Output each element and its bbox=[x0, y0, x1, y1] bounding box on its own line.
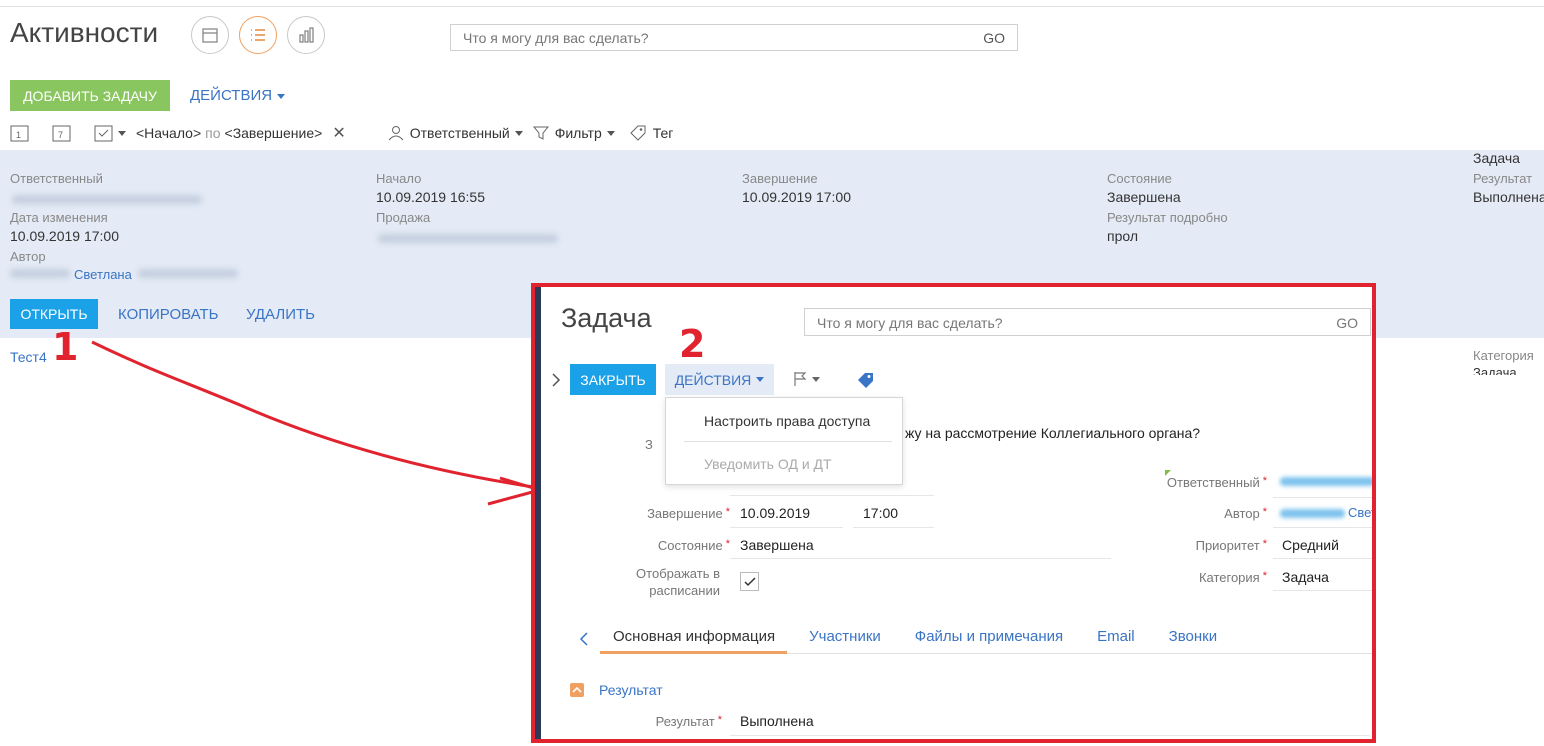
state-label: Состояние * bbox=[657, 538, 730, 553]
chevron-down-icon bbox=[812, 376, 820, 382]
tab-calls[interactable]: Звонки bbox=[1169, 628, 1217, 645]
category-input[interactable]: Задача bbox=[1282, 569, 1329, 585]
close-button[interactable]: ЗАКРЫТЬ bbox=[570, 364, 656, 395]
chevron-down-icon bbox=[756, 377, 765, 382]
schedule-checkbox[interactable] bbox=[740, 572, 759, 591]
actions-menu: Настроить права доступа Уведомить ОД и Д… bbox=[665, 397, 903, 485]
flag-dropdown[interactable] bbox=[792, 371, 820, 387]
end-time-input[interactable]: 17:00 bbox=[863, 505, 898, 521]
tab-main-info[interactable]: Основная информация bbox=[613, 628, 775, 645]
priority-input[interactable]: Средний bbox=[1282, 537, 1339, 553]
field-underline bbox=[730, 527, 843, 528]
field-underline bbox=[1273, 558, 1372, 559]
field-underline bbox=[853, 527, 934, 528]
field-underline bbox=[730, 558, 1111, 559]
field-underline bbox=[730, 495, 934, 496]
redacted-value bbox=[1280, 477, 1372, 486]
modal-search-go[interactable]: GO bbox=[1336, 315, 1358, 331]
tab-files-notes[interactable]: Файлы и примечания bbox=[915, 628, 1063, 645]
active-tab-indicator bbox=[600, 651, 787, 654]
chevron-right-icon[interactable] bbox=[550, 372, 562, 388]
checkmark-icon bbox=[743, 576, 756, 586]
field-underline bbox=[1273, 590, 1372, 591]
schedule-label: Отображать в расписании bbox=[636, 566, 720, 598]
modal-search-placeholder: Что я могу для вас сделать? bbox=[817, 315, 1003, 331]
modal-search-input[interactable]: Что я могу для вас сделать? GO bbox=[804, 308, 1371, 336]
modal-actions-dropdown[interactable]: ДЕЙСТВИЯ bbox=[665, 364, 774, 395]
author-label: Автор * bbox=[1224, 506, 1267, 521]
flag-icon bbox=[794, 372, 807, 386]
modal-title: Задача bbox=[561, 303, 652, 333]
tab-participants[interactable]: Участники bbox=[809, 628, 881, 645]
field-underline bbox=[730, 735, 1370, 736]
tab-bar: Основная информация Участники Файлы и пр… bbox=[613, 628, 1251, 645]
chevron-left-icon[interactable] bbox=[579, 631, 589, 647]
modal-actions-label: ДЕЙСТВИЯ bbox=[674, 371, 752, 388]
end-date-input[interactable]: 10.09.2019 bbox=[740, 505, 810, 521]
author-value[interactable]: Свет bbox=[1348, 505, 1372, 520]
field-underline bbox=[1273, 497, 1372, 498]
annotation-number-1: 1 bbox=[52, 325, 79, 369]
end-label: Завершение * bbox=[647, 506, 730, 521]
annotation-number-2: 2 bbox=[679, 322, 706, 366]
result-input[interactable]: Выполнена bbox=[740, 713, 814, 729]
category-label: Категория * bbox=[1198, 570, 1267, 585]
result-section-title[interactable]: Результат bbox=[599, 682, 663, 698]
menu-item-notify[interactable]: Уведомить ОД и ДТ bbox=[704, 456, 832, 472]
subject-value[interactable]: жу на рассмотрение Коллегиального органа… bbox=[905, 425, 1200, 441]
state-input[interactable]: Завершена bbox=[740, 537, 814, 553]
chevron-up-icon bbox=[572, 686, 582, 693]
tab-email[interactable]: Email bbox=[1097, 628, 1135, 645]
priority-label: Приоритет * bbox=[1195, 538, 1267, 553]
collapse-section-button[interactable] bbox=[570, 683, 584, 697]
field-underline bbox=[1273, 527, 1372, 528]
subject-label: З bbox=[645, 437, 653, 452]
menu-divider bbox=[684, 441, 892, 442]
task-modal: Задача Что я могу для вас сделать? GO ЗА… bbox=[531, 283, 1376, 743]
redacted-value bbox=[1280, 509, 1345, 518]
result-label: Результат * bbox=[655, 714, 722, 729]
menu-item-access-rights[interactable]: Настроить права доступа bbox=[704, 413, 870, 429]
modal-side-strip bbox=[535, 287, 541, 739]
tag-icon[interactable] bbox=[857, 372, 875, 388]
responsible-label: Ответственный * bbox=[1166, 475, 1267, 490]
